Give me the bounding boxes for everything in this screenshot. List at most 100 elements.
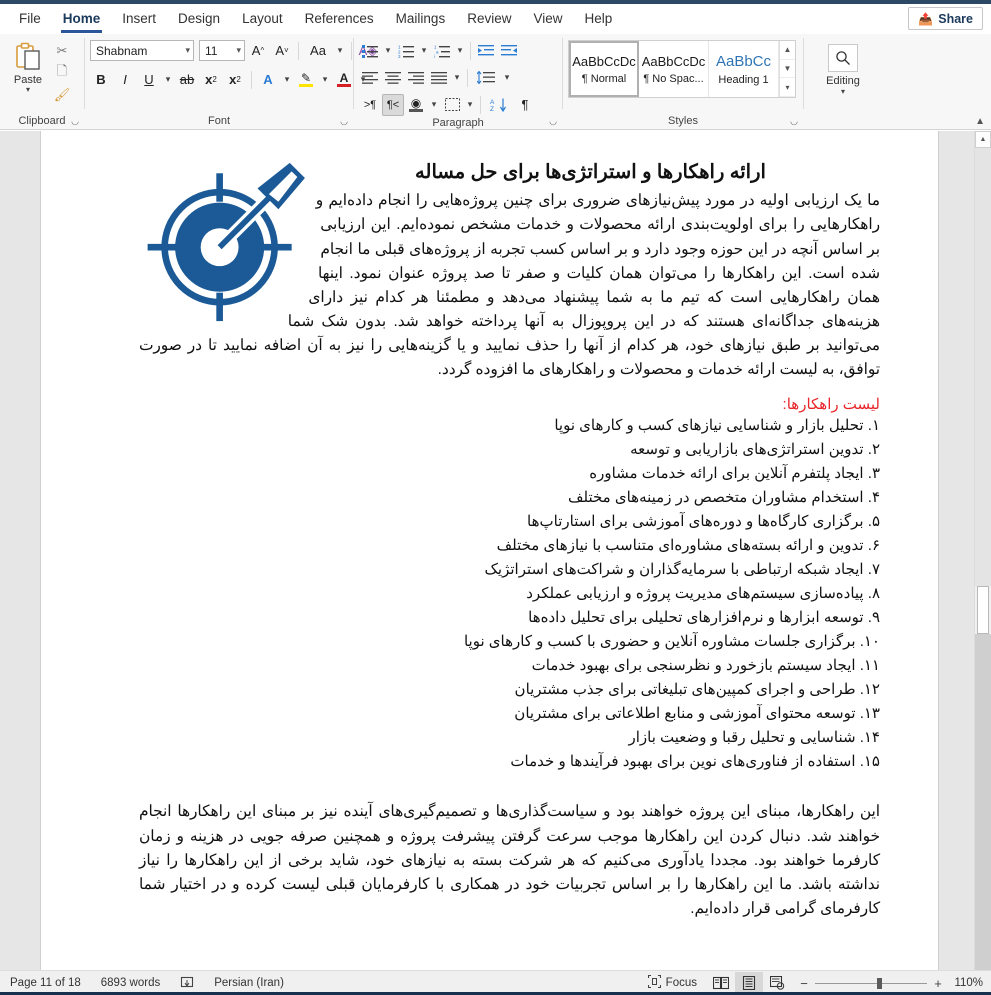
scroll-track-upper[interactable] [975, 148, 991, 586]
language-indicator[interactable]: Persian (Iran) [204, 977, 294, 989]
zoom-slider[interactable] [815, 977, 927, 989]
font-size-combo[interactable]: 11 ▾ [199, 40, 245, 61]
list-item: ۳. ایجاد پلتفرم آنلاین برای ارائه خدمات … [589, 464, 880, 482]
zoom-slider-handle[interactable] [877, 977, 882, 989]
italic-button[interactable]: I [114, 69, 136, 91]
grow-font-button[interactable]: A ^ [247, 40, 269, 62]
list-item: ۸. پیاده‌سازی سیستم‌های مدیریت پروژه و ا… [526, 584, 880, 602]
text-highlight-button[interactable]: ✎ [295, 69, 317, 91]
numbering-button[interactable]: 123 [395, 40, 417, 62]
multilevel-list-button[interactable]: 1ai [431, 40, 453, 62]
bullets-button[interactable] [359, 40, 381, 62]
tab-help[interactable]: Help [574, 7, 624, 31]
document-page[interactable]: ارائه راهکارها و استراتژی‌ها برای حل مسا… [41, 131, 938, 970]
clipboard-dialog-launcher-icon[interactable]: ◡ [71, 116, 79, 127]
zoom-level[interactable]: 110% [951, 977, 991, 989]
style-no-spacing[interactable]: AaBbCcDc ¶ No Spac... [639, 41, 709, 97]
divider [467, 68, 468, 87]
copy-icon[interactable]: 🗋 [51, 63, 73, 83]
share-button[interactable]: 📤 Share [908, 7, 983, 30]
scroll-track-lower[interactable] [975, 634, 991, 970]
text-effects-chevron-down-icon[interactable]: ▾ [281, 69, 293, 91]
tab-design[interactable]: Design [167, 7, 231, 31]
tab-home[interactable]: Home [52, 7, 112, 33]
underline-chevron-down-icon[interactable]: ▾ [162, 69, 174, 91]
justify-button[interactable] [428, 67, 450, 89]
proofing-status-icon[interactable] [170, 976, 204, 990]
multilevel-chevron-down-icon[interactable]: ▾ [454, 40, 466, 62]
focus-mode-button[interactable]: Focus [638, 974, 707, 991]
style-normal[interactable]: AaBbCcDc ¶ Normal [569, 41, 639, 97]
paste-chevron-down-icon[interactable]: ▾ [26, 86, 30, 94]
rtl-text-direction-button[interactable]: ¶< [382, 93, 404, 116]
tab-file[interactable]: File [8, 7, 52, 31]
list-item: ۴. استخدام مشاوران متخصص در زمینه‌های مخ… [567, 488, 880, 506]
tab-layout[interactable]: Layout [231, 7, 294, 31]
sort-button[interactable]: AZ [485, 94, 513, 116]
strikethrough-button[interactable]: ab [176, 69, 198, 91]
vertical-scrollbar[interactable]: ▲ [974, 131, 991, 970]
editing-chevron-down-icon[interactable]: ▾ [841, 87, 845, 96]
paste-button[interactable]: Paste ▾ [5, 38, 51, 94]
ribbon-group-font: Shabnam ▾ 11 ▾ A^ A˅ Aa ▾ A◈ B [85, 34, 377, 129]
bullets-chevron-down-icon[interactable]: ▾ [382, 40, 394, 62]
align-left-button[interactable] [359, 67, 381, 89]
list-item: ۱۳. توسعه محتوای آموزشی و منابع اطلاعاتی… [514, 705, 880, 723]
underline-button[interactable]: U [138, 69, 160, 91]
paragraph-2: این راهکارها، مبنای این پروژه خواهند بود… [139, 803, 880, 918]
subscript-button[interactable]: x2 [200, 69, 222, 91]
borders-chevron-down-icon[interactable]: ▾ [464, 94, 476, 116]
bold-button[interactable]: B [90, 69, 112, 91]
chevron-down-icon[interactable]: ▾ [236, 45, 241, 56]
tab-view[interactable]: View [522, 7, 573, 31]
text-effects-button[interactable]: A [257, 69, 279, 91]
borders-button[interactable] [441, 94, 463, 116]
collapse-ribbon-icon[interactable]: ▲ [975, 116, 985, 127]
font-name-combo[interactable]: Shabnam ▾ [90, 40, 194, 61]
format-painter-icon[interactable]: 🖌 [51, 85, 73, 105]
superscript-button[interactable]: x2 [224, 69, 246, 91]
font-color-button[interactable]: A [333, 69, 355, 91]
style-name: Heading 1 [718, 73, 769, 86]
styles-scroll-up-icon[interactable]: ▲ [780, 41, 795, 60]
line-spacing-button[interactable] [472, 67, 500, 89]
page-indicator[interactable]: Page 11 of 18 [0, 977, 91, 989]
cut-icon[interactable]: ✂ [51, 41, 73, 61]
numbering-chevron-down-icon[interactable]: ▾ [418, 40, 430, 62]
tab-mailings[interactable]: Mailings [385, 7, 457, 31]
zoom-out-button[interactable]: − [799, 976, 809, 991]
ltr-text-direction-button[interactable]: >¶ [359, 94, 381, 116]
align-right-button[interactable] [405, 67, 427, 89]
word-count[interactable]: 6893 words [91, 977, 170, 989]
styles-more-icon[interactable]: ▾ [780, 78, 795, 98]
shrink-font-button[interactable]: A ˅ [271, 40, 293, 62]
shading-button[interactable]: ◉ [405, 94, 427, 116]
styles-scroll-down-icon[interactable]: ▼ [780, 60, 795, 79]
justify-chevron-down-icon[interactable]: ▾ [451, 67, 463, 89]
scroll-up-icon[interactable]: ▲ [975, 131, 991, 148]
show-formatting-marks-button[interactable]: ¶ [514, 94, 536, 116]
styles-dialog-launcher-icon[interactable]: ◡ [790, 116, 798, 127]
focus-label: Focus [665, 977, 697, 989]
change-case-button[interactable]: Aa [304, 40, 332, 62]
style-heading-1[interactable]: AaBbCc Heading 1 [709, 41, 779, 97]
tab-review[interactable]: Review [456, 7, 522, 31]
align-center-button[interactable] [382, 67, 404, 89]
font-dialog-launcher-icon[interactable]: ◡ [340, 116, 348, 127]
change-case-chevron-down-icon[interactable]: ▾ [334, 40, 346, 62]
chevron-down-icon[interactable]: ▾ [185, 45, 190, 56]
line-spacing-chevron-down-icon[interactable]: ▾ [501, 67, 513, 89]
editing-button[interactable]: Editing ▾ [811, 42, 875, 96]
list-item: ۱۲. طراحی و اجرای کمپین‌های تبلیغاتی برا… [514, 681, 880, 699]
ribbon-group-paragraph: ▾ 123 ▾ 1ai ▾ ▾ ▾ >¶ ¶< ◉ ▾ ▾ A Z ¶ Para… [354, 34, 562, 129]
highlight-chevron-down-icon[interactable]: ▾ [319, 69, 331, 91]
zoom-in-button[interactable]: + [933, 976, 943, 991]
paragraph-dialog-launcher-icon[interactable]: ◡ [549, 116, 557, 127]
increase-indent-button[interactable] [498, 40, 520, 62]
tab-references[interactable]: References [294, 7, 385, 31]
divider [251, 70, 252, 89]
decrease-indent-button[interactable] [475, 40, 497, 62]
scroll-thumb[interactable] [977, 586, 989, 634]
tab-insert[interactable]: Insert [111, 7, 167, 31]
shading-chevron-down-icon[interactable]: ▾ [428, 94, 440, 116]
